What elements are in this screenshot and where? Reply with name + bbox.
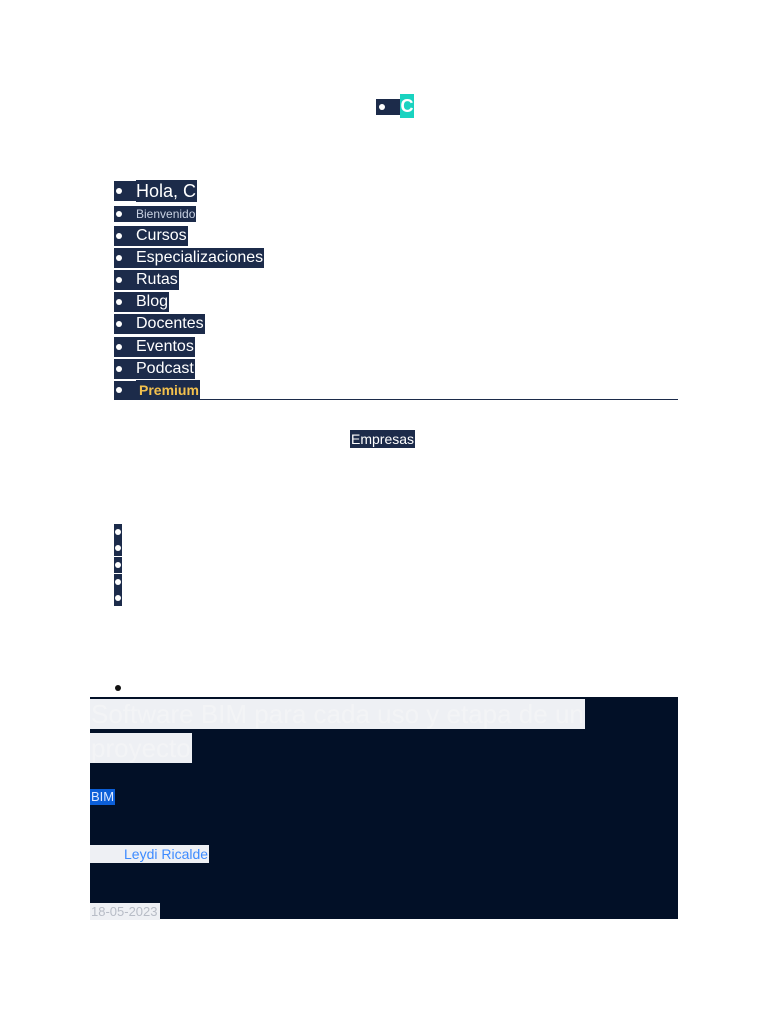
list-bullet	[114, 314, 136, 334]
nav-item-premium[interactable]: Premium	[114, 380, 200, 400]
menu-divider	[114, 399, 678, 400]
nav-item-label[interactable]: Rutas	[136, 270, 179, 290]
list-bullet	[114, 181, 136, 201]
list-bullet	[114, 206, 136, 222]
list-bullet	[114, 359, 136, 379]
welcome-text: Bienvenido	[136, 206, 197, 222]
nav-item-eventos[interactable]: Eventos	[114, 337, 195, 357]
empty-list-item	[114, 590, 122, 606]
nav-item-cursos[interactable]: Cursos	[114, 226, 188, 246]
empty-list-item	[114, 557, 122, 573]
article-author[interactable]: Leydi Ricalde	[90, 845, 210, 863]
list-bullet	[376, 99, 400, 115]
list-bullet	[114, 226, 136, 246]
welcome-item: Bienvenido	[114, 206, 197, 222]
empty-list-item	[114, 540, 122, 556]
nav-item-blog[interactable]: Blog	[114, 292, 170, 312]
list-bullet	[114, 337, 136, 357]
list-bullet	[115, 685, 121, 691]
article-card[interactable]: Software BIM para cada uso y etapa de un…	[90, 697, 678, 920]
list-bullet	[114, 381, 136, 399]
article-date: 18-05-2023	[90, 903, 160, 920]
nav-item-especializaciones[interactable]: Especializaciones	[114, 248, 265, 268]
list-bullet	[114, 270, 136, 290]
nav-item-label[interactable]: Docentes	[136, 314, 205, 334]
list-bullet	[114, 248, 136, 268]
author-avatar	[90, 845, 124, 863]
nav-item-label[interactable]: Especializaciones	[136, 248, 265, 268]
user-avatar-item[interactable]: C	[376, 94, 414, 118]
article-tag[interactable]: BIM	[90, 789, 116, 805]
nav-item-docentes[interactable]: Docentes	[114, 314, 205, 334]
greeting-text: Hola, C	[136, 180, 198, 202]
premium-link[interactable]: Premium	[136, 380, 200, 400]
list-bullet	[114, 292, 136, 312]
nav-item-rutas[interactable]: Rutas	[114, 270, 179, 290]
empty-list-item	[114, 574, 122, 590]
nav-item-podcast[interactable]: Podcast	[114, 359, 195, 379]
nav-item-label[interactable]: Blog	[136, 292, 170, 312]
author-name[interactable]: Leydi Ricalde	[124, 845, 209, 863]
article-title[interactable]: Software BIM para cada uso y etapa de un…	[90, 697, 600, 765]
nav-item-label[interactable]: Eventos	[136, 337, 195, 357]
nav-item-label[interactable]: Podcast	[136, 359, 195, 379]
empty-list-item	[114, 524, 122, 540]
nav-item-label[interactable]: Cursos	[136, 226, 188, 246]
avatar[interactable]: C	[400, 94, 414, 118]
business-link[interactable]: Empresas	[350, 430, 416, 448]
greeting-item: Hola, C	[114, 180, 198, 202]
